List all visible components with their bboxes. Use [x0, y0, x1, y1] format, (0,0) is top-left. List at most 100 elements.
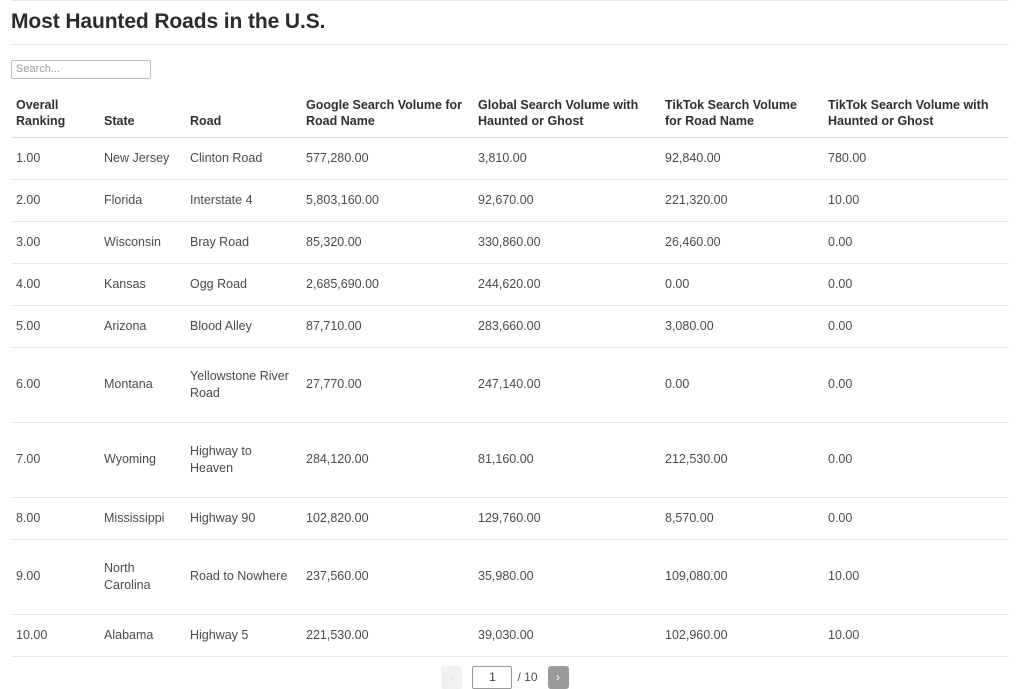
cell-google-road: 27,770.00 — [301, 347, 473, 423]
cell-tiktok-road: 109,080.00 — [660, 539, 823, 615]
cell-tiktok-haunted: 0.00 — [823, 263, 1009, 306]
cell-tiktok-road: 0.00 — [660, 263, 823, 306]
cell-road: Road to Nowhere — [185, 539, 301, 615]
pagination: ‹ / 10 › — [1, 657, 1009, 689]
table-row: 7.00 Wyoming Highway to Heaven 284,120.0… — [11, 422, 1009, 498]
page-number-input[interactable] — [472, 665, 513, 689]
cell-global-haunted: 3,810.00 — [473, 137, 660, 180]
cell-road: Clinton Road — [185, 137, 301, 180]
cell-rank: 2.00 — [11, 179, 99, 222]
cell-tiktok-road: 102,960.00 — [660, 614, 823, 657]
cell-tiktok-road: 8,570.00 — [660, 497, 823, 540]
table-row: 8.00 Mississippi Highway 90 102,820.00 1… — [11, 497, 1009, 540]
cell-tiktok-haunted: 0.00 — [823, 305, 1009, 348]
title-section: Most Haunted Roads in the U.S. — [11, 0, 1009, 45]
cell-road: Interstate 4 — [185, 179, 301, 222]
cell-global-haunted: 39,030.00 — [473, 614, 660, 657]
cell-rank: 4.00 — [11, 263, 99, 306]
cell-road: Bray Road — [185, 221, 301, 264]
column-header-overall-ranking[interactable]: Overall Ranking — [11, 90, 99, 138]
cell-global-haunted: 129,760.00 — [473, 497, 660, 540]
cell-state: Wyoming — [99, 422, 185, 498]
total-pages-label: / 10 — [517, 670, 538, 684]
table-row: 10.00 Alabama Highway 5 221,530.00 39,03… — [11, 614, 1009, 657]
table-body: 1.00 New Jersey Clinton Road 577,280.00 … — [11, 137, 1009, 657]
table-row: 9.00 North Carolina Road to Nowhere 237,… — [11, 539, 1009, 615]
page-title: Most Haunted Roads in the U.S. — [11, 10, 326, 33]
cell-global-haunted: 92,670.00 — [473, 179, 660, 222]
table-row: 3.00 Wisconsin Bray Road 85,320.00 330,8… — [11, 221, 1009, 264]
cell-google-road: 284,120.00 — [301, 422, 473, 498]
cell-tiktok-road: 3,080.00 — [660, 305, 823, 348]
cell-tiktok-road: 212,530.00 — [660, 422, 823, 498]
column-header-tiktok-search-volume-road[interactable]: TikTok Search Volume for Road Name — [660, 90, 823, 138]
cell-tiktok-haunted: 10.00 — [823, 179, 1009, 222]
cell-google-road: 87,710.00 — [301, 305, 473, 348]
cell-rank: 3.00 — [11, 221, 99, 264]
cell-tiktok-road: 0.00 — [660, 347, 823, 423]
cell-google-road: 2,685,690.00 — [301, 263, 473, 306]
cell-road: Highway 90 — [185, 497, 301, 540]
cell-tiktok-haunted: 0.00 — [823, 221, 1009, 264]
previous-page-button[interactable]: ‹ — [441, 665, 463, 689]
cell-google-road: 577,280.00 — [301, 137, 473, 180]
cell-rank: 7.00 — [11, 422, 99, 498]
cell-tiktok-haunted: 0.00 — [823, 497, 1009, 540]
cell-rank: 6.00 — [11, 347, 99, 423]
cell-tiktok-road: 92,840.00 — [660, 137, 823, 180]
cell-google-road: 221,530.00 — [301, 614, 473, 657]
cell-global-haunted: 283,660.00 — [473, 305, 660, 348]
cell-tiktok-haunted: 10.00 — [823, 539, 1009, 615]
table-row: 6.00 Montana Yellowstone River Road 27,7… — [11, 347, 1009, 423]
cell-rank: 1.00 — [11, 137, 99, 180]
cell-state: Wisconsin — [99, 221, 185, 264]
table-header-row: Overall Ranking State Road Google Search… — [11, 90, 1009, 138]
cell-state: New Jersey — [99, 137, 185, 180]
cell-global-haunted: 247,140.00 — [473, 347, 660, 423]
cell-tiktok-haunted: 780.00 — [823, 137, 1009, 180]
cell-tiktok-road: 221,320.00 — [660, 179, 823, 222]
cell-global-haunted: 330,860.00 — [473, 221, 660, 264]
cell-tiktok-haunted: 0.00 — [823, 422, 1009, 498]
cell-state: Arizona — [99, 305, 185, 348]
cell-global-haunted: 244,620.00 — [473, 263, 660, 306]
cell-tiktok-haunted: 10.00 — [823, 614, 1009, 657]
cell-state: Kansas — [99, 263, 185, 306]
cell-rank: 8.00 — [11, 497, 99, 540]
cell-rank: 9.00 — [11, 539, 99, 615]
cell-road: Ogg Road — [185, 263, 301, 306]
column-header-global-search-volume[interactable]: Global Search Volume with Haunted or Gho… — [473, 90, 660, 138]
cell-google-road: 85,320.00 — [301, 221, 473, 264]
cell-state: Montana — [99, 347, 185, 423]
search-input[interactable] — [11, 59, 151, 79]
cell-rank: 5.00 — [11, 305, 99, 348]
column-header-tiktok-search-volume-haunted[interactable]: TikTok Search Volume with Haunted or Gho… — [823, 90, 1009, 138]
cell-rank: 10.00 — [11, 614, 99, 657]
table-row: 5.00 Arizona Blood Alley 87,710.00 283,6… — [11, 305, 1009, 348]
table-row: 1.00 New Jersey Clinton Road 577,280.00 … — [11, 137, 1009, 180]
search-section — [11, 45, 1009, 91]
page-container: Most Haunted Roads in the U.S. Overall R… — [0, 0, 1020, 689]
cell-road: Yellowstone River Road — [185, 347, 301, 423]
cell-google-road: 102,820.00 — [301, 497, 473, 540]
cell-google-road: 5,803,160.00 — [301, 179, 473, 222]
cell-global-haunted: 81,160.00 — [473, 422, 660, 498]
cell-road: Highway to Heaven — [185, 422, 301, 498]
cell-global-haunted: 35,980.00 — [473, 539, 660, 615]
page-field-group: / 10 — [472, 665, 538, 689]
haunted-roads-table: Overall Ranking State Road Google Search… — [11, 90, 1009, 657]
cell-road: Blood Alley — [185, 305, 301, 348]
cell-tiktok-road: 26,460.00 — [660, 221, 823, 264]
cell-state: Alabama — [99, 614, 185, 657]
cell-road: Highway 5 — [185, 614, 301, 657]
cell-state: Florida — [99, 179, 185, 222]
next-page-button[interactable]: › — [547, 665, 569, 689]
column-header-google-search-volume[interactable]: Google Search Volume for Road Name — [301, 90, 473, 138]
column-header-road[interactable]: Road — [185, 90, 301, 138]
cell-state: Mississippi — [99, 497, 185, 540]
table-header: Overall Ranking State Road Google Search… — [11, 90, 1009, 138]
cell-google-road: 237,560.00 — [301, 539, 473, 615]
table-row: 4.00 Kansas Ogg Road 2,685,690.00 244,62… — [11, 263, 1009, 306]
column-header-state[interactable]: State — [99, 90, 185, 138]
cell-state: North Carolina — [99, 539, 185, 615]
